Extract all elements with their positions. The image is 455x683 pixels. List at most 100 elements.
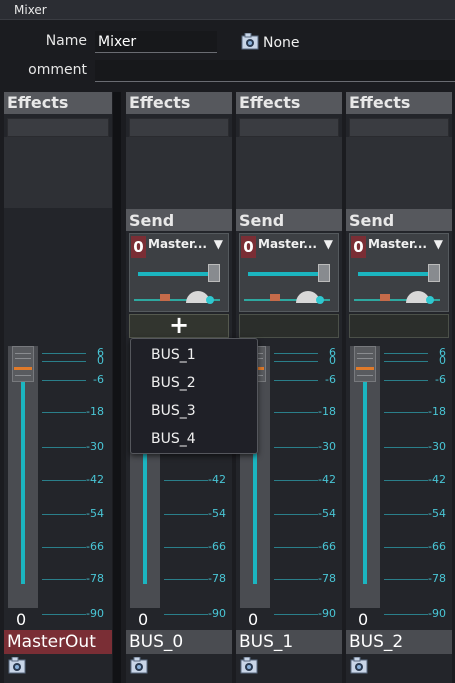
send-header: Send	[346, 209, 452, 231]
send-header: Send	[126, 209, 232, 231]
db-scale-tick	[42, 412, 86, 413]
send-value[interactable]: 0	[131, 236, 146, 258]
volume-value: 0	[358, 610, 369, 629]
dropdown-arrow-icon[interactable]: ▼	[434, 237, 443, 251]
db-scale-label: -54	[428, 507, 446, 520]
effects-area[interactable]	[4, 137, 112, 208]
send-level-track[interactable]	[138, 272, 216, 276]
strip-name: MasterOut	[4, 630, 112, 654]
db-scale-label: -42	[208, 473, 226, 486]
preset-camera-icon[interactable]	[241, 32, 261, 51]
db-scale-tick	[42, 361, 86, 362]
db-scale-tick	[42, 380, 86, 381]
db-scale-tick	[274, 361, 318, 362]
name-input[interactable]	[95, 31, 217, 53]
db-scale-tick	[42, 480, 86, 481]
popup-item[interactable]: BUS_3	[151, 403, 196, 419]
popup-item[interactable]: BUS_1	[151, 347, 196, 363]
pan-dot	[316, 296, 324, 304]
strip-name: BUS_1	[236, 630, 342, 654]
db-scale-label: -18	[86, 405, 104, 418]
db-scale-label: -90	[318, 607, 336, 620]
pan-dot	[206, 296, 214, 304]
db-scale-tick	[274, 579, 318, 580]
effects-area[interactable]	[126, 137, 232, 209]
db-scale-label: -54	[318, 507, 336, 520]
db-scale-tick	[384, 447, 428, 448]
strip-camera-icon[interactable]	[350, 656, 370, 675]
db-scale-label: 0	[97, 354, 104, 367]
channel-strip-bus-2: Effects Send 0 Master... ▼ 6 0 -6 -18 -30 -42…	[346, 92, 452, 683]
db-scale-label: -30	[86, 440, 104, 453]
add-send-button[interactable]: +	[129, 313, 229, 338]
effects-header: Effects	[126, 92, 232, 114]
db-scale-label: -18	[318, 405, 336, 418]
effects-area[interactable]	[346, 137, 452, 209]
effects-slot[interactable]	[7, 118, 109, 137]
db-scale-tick	[164, 514, 208, 515]
popup-item[interactable]: BUS_4	[151, 431, 196, 447]
dropdown-arrow-icon[interactable]: ▼	[324, 237, 333, 251]
effects-slot[interactable]	[239, 118, 339, 137]
strip-name: BUS_2	[346, 630, 452, 654]
db-scale-label: -42	[428, 473, 446, 486]
empty-send-slot[interactable]	[349, 314, 449, 338]
send-level-track[interactable]	[358, 272, 436, 276]
db-scale-tick	[274, 412, 318, 413]
fader-handle[interactable]	[12, 346, 34, 382]
effects-slot[interactable]	[349, 118, 449, 137]
fader-track[interactable]	[21, 356, 25, 584]
strip-camera-icon[interactable]	[130, 656, 150, 675]
volume-value: 0	[248, 610, 259, 629]
strip-camera-icon[interactable]	[240, 656, 260, 675]
send-control: 0 Master... ▼	[129, 233, 229, 312]
db-scale-tick	[384, 412, 428, 413]
comment-label: omment	[28, 62, 87, 78]
db-scale-label: -90	[86, 607, 104, 620]
fader-handle[interactable]	[354, 346, 376, 382]
db-scale-tick	[42, 514, 86, 515]
send-target-select[interactable]: Master...	[148, 237, 207, 251]
db-scale-label: -66	[86, 540, 104, 553]
effects-area[interactable]	[236, 137, 342, 209]
effects-slot[interactable]	[129, 118, 229, 137]
fader-track[interactable]	[363, 356, 367, 584]
db-scale-tick	[384, 614, 428, 615]
db-scale-label: -90	[208, 607, 226, 620]
db-scale-tick	[274, 547, 318, 548]
db-scale-tick	[384, 380, 428, 381]
db-scale-tick	[164, 614, 208, 615]
send-value[interactable]: 0	[241, 236, 256, 258]
db-scale-label: -78	[208, 572, 226, 585]
send-target-select[interactable]: Master...	[258, 237, 317, 251]
comment-input[interactable]	[95, 60, 455, 82]
send-level-knob[interactable]	[208, 264, 220, 282]
strip-camera-icon[interactable]	[8, 656, 28, 675]
db-scale-tick	[274, 480, 318, 481]
effects-header: Effects	[4, 92, 112, 114]
send-target-select[interactable]: Master...	[368, 237, 427, 251]
send-level-knob[interactable]	[318, 264, 330, 282]
preset-value[interactable]: None	[263, 35, 300, 51]
db-scale-label: -42	[86, 473, 104, 486]
db-scale-label: 0	[439, 354, 446, 367]
db-scale-label: -66	[208, 540, 226, 553]
effects-header: Effects	[236, 92, 342, 114]
empty-send-slot[interactable]	[239, 314, 339, 338]
send-level-track[interactable]	[248, 272, 326, 276]
pan-marker	[380, 294, 390, 301]
db-scale-tick	[384, 353, 428, 354]
dropdown-arrow-icon[interactable]: ▼	[214, 237, 223, 251]
db-scale-tick	[384, 547, 428, 548]
send-value[interactable]: 0	[351, 236, 366, 258]
db-scale-label: -6	[435, 373, 446, 386]
volume-value: 0	[138, 610, 149, 629]
send-header: Send	[236, 209, 342, 231]
db-scale-label: -90	[428, 607, 446, 620]
popup-item[interactable]: BUS_2	[151, 375, 196, 391]
db-scale-tick	[274, 514, 318, 515]
send-level-knob[interactable]	[428, 264, 440, 282]
db-scale-tick	[384, 480, 428, 481]
comment-row: omment	[0, 58, 455, 84]
name-row: Name	[0, 29, 455, 55]
